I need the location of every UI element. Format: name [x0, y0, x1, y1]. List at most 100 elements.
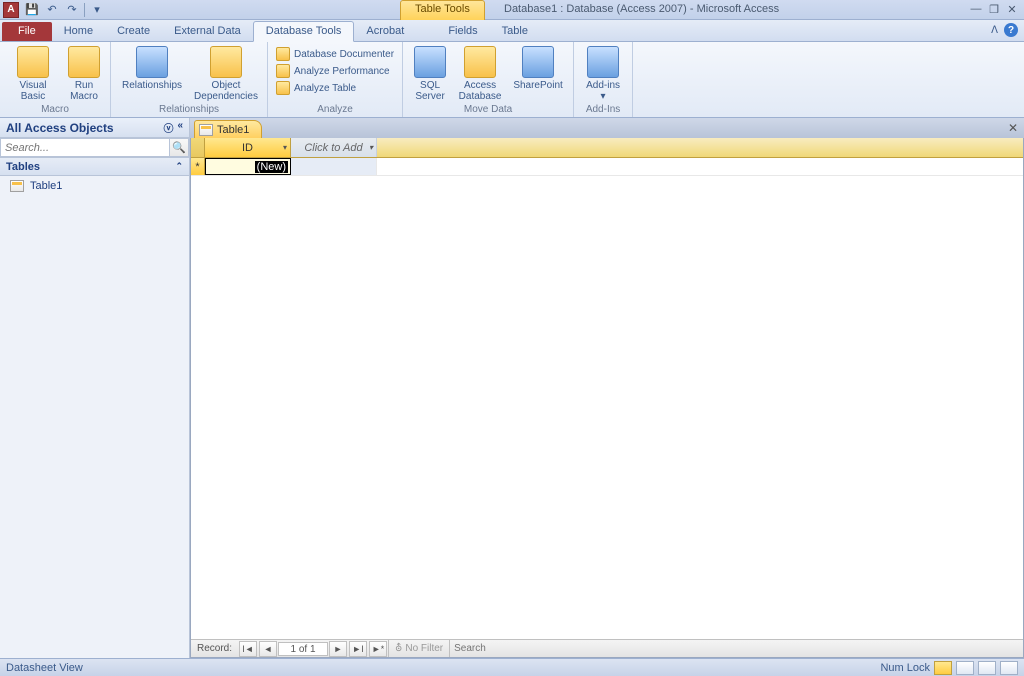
help-area: ᐱ ? [991, 23, 1018, 37]
last-record-button[interactable]: ►I [349, 641, 367, 657]
redo-icon[interactable]: ↷ [64, 2, 80, 18]
tab-create[interactable]: Create [105, 22, 162, 41]
help-icon[interactable]: ? [1004, 23, 1018, 37]
datasheet: ID ▾ Click to Add ▾ * (New) Record: I◄ ◄ [190, 138, 1024, 658]
group-macro: Visual Basic Run Macro Macro [0, 42, 111, 117]
group-relationships: Relationships Object Dependencies Relati… [111, 42, 268, 117]
object-dependencies-button[interactable]: Object Dependencies [191, 44, 261, 102]
main-area: All Access Objects ⓥ « 🔍 Tables ⌃ Table1… [0, 118, 1024, 658]
analyze-performance-button[interactable]: Analyze Performance [274, 63, 396, 79]
sharepoint-button[interactable]: SharePoint [509, 44, 567, 91]
record-position[interactable]: 1 of 1 [278, 642, 328, 656]
document-close-icon[interactable]: ✕ [1008, 121, 1018, 135]
prev-record-button[interactable]: ◄ [259, 641, 277, 657]
tab-database-tools[interactable]: Database Tools [253, 21, 355, 42]
title-bar: A 💾 ↶ ↷ ▾ Table Tools Database1 : Databa… [0, 0, 1024, 20]
design-view-button[interactable] [956, 661, 974, 675]
group-label: Move Data [409, 104, 567, 117]
group-move-data: SQL Server Access Database SharePoint Mo… [403, 42, 574, 117]
column-dropdown-icon[interactable]: ▾ [369, 143, 373, 152]
tab-file[interactable]: File [2, 22, 52, 41]
run-macro-button[interactable]: Run Macro [64, 44, 104, 102]
column-header-add[interactable]: Click to Add ▾ [291, 138, 377, 157]
analyze-table-button[interactable]: Analyze Table [274, 80, 396, 96]
column-label: ID [242, 142, 253, 154]
visual-basic-button[interactable]: Visual Basic [6, 44, 60, 102]
row-selector[interactable]: * [191, 158, 205, 175]
ribbon-tabs: File Home Create External Data Database … [0, 20, 1024, 42]
cell-id-new[interactable]: (New) [205, 158, 291, 175]
nav-item-label: Table1 [30, 180, 62, 192]
record-search-input[interactable] [449, 640, 529, 657]
nav-search-row: 🔍 [0, 138, 189, 158]
table-icon [199, 124, 213, 136]
addins-button[interactable]: Add-ins▾ [580, 44, 626, 102]
filter-indicator[interactable]: ⛢No Filter [388, 640, 449, 657]
tab-table[interactable]: Table [490, 22, 540, 41]
nav-header-label: All Access Objects [6, 121, 114, 135]
sql-server-button[interactable]: SQL Server [409, 44, 451, 102]
access-database-button[interactable]: Access Database [455, 44, 505, 102]
group-analyze: Database Documenter Analyze Performance … [268, 42, 403, 117]
status-bar: Datasheet View Num Lock [0, 658, 1024, 676]
record-navigator: Record: I◄ ◄ 1 of 1 ► ►I ►* ⛢No Filter [191, 639, 1023, 657]
nav-collapse-icon[interactable]: « [177, 120, 183, 135]
minimize-ribbon-icon[interactable]: ᐱ [991, 25, 998, 36]
document-area: Table1 ✕ ID ▾ Click to Add ▾ * (New) [190, 118, 1024, 658]
nav-dropdown-icon[interactable]: ⓥ [163, 120, 173, 135]
group-label: Analyze [274, 104, 396, 117]
tab-external-data[interactable]: External Data [162, 22, 253, 41]
next-record-button[interactable]: ► [329, 641, 347, 657]
filter-icon: ⛢ [395, 643, 402, 654]
status-numlock: Num Lock [880, 662, 930, 674]
database-documenter-button[interactable]: Database Documenter [274, 46, 396, 62]
status-view-label: Datasheet View [6, 662, 83, 674]
qat-dropdown-icon[interactable]: ▾ [89, 2, 105, 18]
contextual-tab-tabletools: Table Tools [400, 0, 485, 20]
search-icon[interactable]: 🔍 [169, 138, 189, 157]
restore-icon[interactable]: ❐ [986, 3, 1002, 16]
relationships-button[interactable]: Relationships [117, 44, 187, 91]
column-label: Click to Add [304, 142, 362, 154]
tab-acrobat[interactable]: Acrobat [354, 22, 416, 41]
tab-home[interactable]: Home [52, 22, 105, 41]
first-record-button[interactable]: I◄ [239, 641, 257, 657]
navigation-pane: All Access Objects ⓥ « 🔍 Tables ⌃ Table1 [0, 118, 190, 658]
group-label: Add-Ins [580, 104, 626, 117]
save-icon[interactable]: 💾 [24, 2, 40, 18]
view-button-3[interactable] [978, 661, 996, 675]
window-title: Database1 : Database (Access 2007) - Mic… [504, 3, 779, 15]
document-tab-table1[interactable]: Table1 [194, 120, 262, 138]
nav-category-tables[interactable]: Tables ⌃ [0, 158, 189, 176]
ribbon: Visual Basic Run Macro Macro Relationshi… [0, 42, 1024, 118]
grid-row-new: * (New) [191, 158, 1023, 176]
nav-item-table1[interactable]: Table1 [0, 176, 189, 196]
minimize-icon[interactable]: — [968, 3, 984, 16]
group-addins: Add-ins▾ Add-Ins [574, 42, 633, 117]
nav-header[interactable]: All Access Objects ⓥ « [0, 118, 189, 138]
column-dropdown-icon[interactable]: ▾ [283, 143, 287, 152]
nav-search-input[interactable] [0, 138, 169, 157]
nav-category-label: Tables [6, 161, 40, 173]
undo-icon[interactable]: ↶ [44, 2, 60, 18]
group-label: Macro [6, 104, 104, 117]
select-all-cell[interactable] [191, 138, 205, 157]
window-controls: — ❐ ✕ [968, 3, 1024, 16]
view-button-4[interactable] [1000, 661, 1018, 675]
document-tabs: Table1 ✕ [190, 118, 1024, 138]
chevron-up-icon: ⌃ [175, 161, 183, 172]
close-icon[interactable]: ✕ [1004, 3, 1020, 16]
table-icon [10, 180, 24, 192]
new-record-button[interactable]: ►* [369, 641, 387, 657]
document-tab-label: Table1 [217, 124, 249, 136]
separator [84, 3, 85, 17]
cell-add[interactable] [291, 158, 377, 175]
tab-fields[interactable]: Fields [436, 22, 489, 41]
record-label: Record: [191, 643, 238, 654]
app-icon: A [3, 2, 19, 18]
datasheet-view-button[interactable] [934, 661, 952, 675]
column-header-id[interactable]: ID ▾ [205, 138, 291, 157]
group-label: Relationships [117, 104, 261, 117]
grid-header: ID ▾ Click to Add ▾ [191, 138, 1023, 158]
quick-access-toolbar: 💾 ↶ ↷ ▾ [24, 2, 105, 18]
